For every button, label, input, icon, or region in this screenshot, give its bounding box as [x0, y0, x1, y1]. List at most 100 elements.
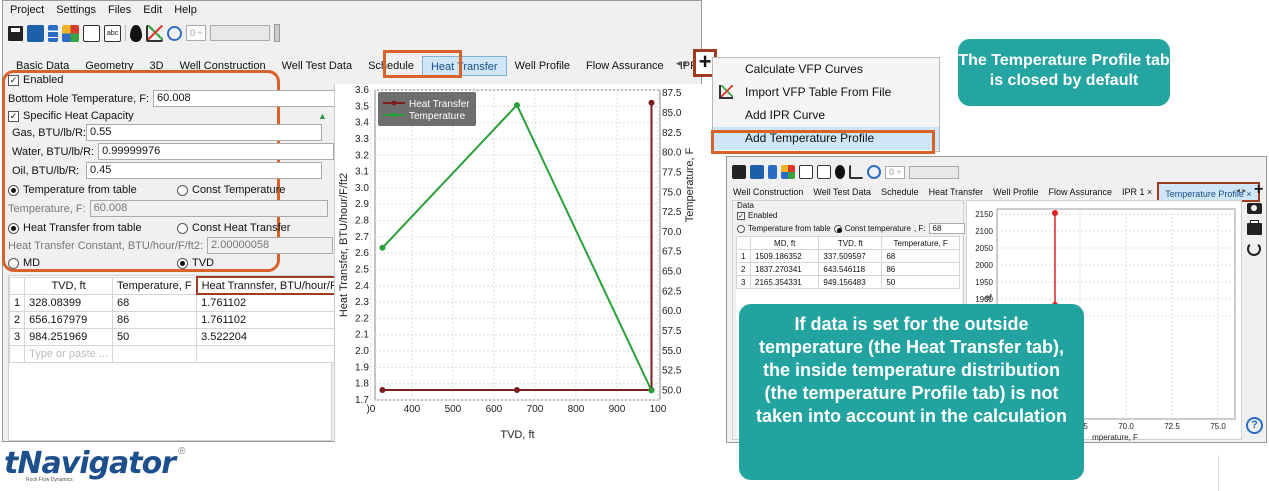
- heat-transfer-cell[interactable]: 1.761102: [196, 310, 358, 329]
- empty-cell[interactable]: [111, 344, 198, 363]
- table-row[interactable]: Type or paste ...: [8, 344, 358, 363]
- table-row[interactable]: 2 656.167979 86 1.761102: [8, 310, 358, 329]
- chart-icon[interactable]: [146, 24, 163, 42]
- export-icon[interactable]: [799, 165, 813, 179]
- heat-transfer-cell[interactable]: 1.761102: [196, 293, 358, 312]
- tab-schedule[interactable]: Schedule: [876, 182, 924, 202]
- md-cell[interactable]: 1509.186352: [749, 249, 820, 263]
- table-row[interactable]: 3 984.251969 50 3.522204: [8, 327, 358, 346]
- temperature-header[interactable]: Temperature, F: [881, 236, 960, 250]
- help-icon[interactable]: ?: [1246, 417, 1263, 434]
- oil-drop-icon[interactable]: [130, 24, 142, 42]
- tvd-header[interactable]: TVD, ft: [24, 276, 113, 295]
- temp-from-table-radio[interactable]: [737, 224, 745, 233]
- temperature-cell[interactable]: 68: [881, 249, 960, 263]
- temperature-cell[interactable]: 50: [111, 327, 198, 346]
- empty-cell[interactable]: [196, 344, 358, 363]
- table-row[interactable]: 3 2165.354331 949.156483 50: [736, 275, 960, 289]
- bh-temp-input[interactable]: 60.008: [153, 90, 342, 107]
- grid-icon[interactable]: [62, 24, 79, 42]
- clock-icon[interactable]: [867, 165, 881, 179]
- menu-settings[interactable]: Settings: [56, 4, 96, 16]
- oil-drop-icon[interactable]: [835, 165, 845, 179]
- table-row[interactable]: 1 328.08399 68 1.761102: [8, 293, 358, 312]
- table-row[interactable]: 2 1837.270341 643.546118 86: [736, 262, 960, 276]
- md-header[interactable]: MD, ft: [749, 236, 820, 250]
- heat-transfer-header[interactable]: Heat Trannsfer, BTU/hour/F/ft2: [195, 276, 359, 295]
- tvd-cell[interactable]: 656.167979: [24, 310, 113, 329]
- menu-item-import-vfp[interactable]: Import VFP Table From File: [713, 81, 939, 104]
- abc-icon[interactable]: abc: [104, 24, 121, 42]
- const-temperature-radio[interactable]: [833, 224, 842, 233]
- camera-icon[interactable]: [1247, 203, 1262, 214]
- temperature-cell[interactable]: 50: [881, 275, 960, 289]
- temperature-cell[interactable]: 68: [111, 293, 198, 312]
- tab-well-test-data[interactable]: Well Test Data: [808, 182, 876, 202]
- well-icon[interactable]: [768, 165, 777, 179]
- temp-from-table-radio[interactable]: [8, 184, 19, 196]
- oil-input[interactable]: 0.45: [86, 162, 322, 179]
- tvd-radio[interactable]: [177, 257, 188, 269]
- enabled-checkbox[interactable]: ✓: [737, 211, 745, 220]
- menu-files[interactable]: Files: [108, 4, 131, 16]
- menu-help[interactable]: Help: [174, 4, 197, 16]
- const-ht-radio[interactable]: [177, 222, 188, 234]
- save-icon[interactable]: [732, 165, 746, 179]
- md-radio[interactable]: [8, 257, 19, 269]
- new-tab-icon[interactable]: [27, 24, 44, 42]
- tab-nav-arrows[interactable]: ◂ ▸: [1236, 186, 1246, 195]
- temp-input[interactable]: 60.008: [89, 200, 328, 217]
- temperature-cell[interactable]: 86: [111, 310, 198, 329]
- tab-flow-assurance[interactable]: Flow Assurance: [1044, 182, 1118, 202]
- tab-nav-arrows[interactable]: ◂ ▸: [676, 58, 688, 69]
- menu-item-calculate-vfp[interactable]: Calculate VFP Curves: [713, 58, 939, 81]
- step-spinner[interactable]: 0 ÷: [186, 25, 207, 41]
- tab-flow-assurance[interactable]: Flow Assurance: [578, 56, 672, 76]
- tvd-cell[interactable]: 328.08399: [24, 293, 113, 312]
- temperature-cell[interactable]: 86: [881, 262, 960, 276]
- tab-well-profile[interactable]: Well Profile: [988, 182, 1043, 202]
- tvd-cell[interactable]: 949.156483: [818, 275, 883, 289]
- gas-input[interactable]: 0.55: [86, 124, 322, 141]
- tab-ipr-1[interactable]: IPR 1 ×: [1117, 182, 1157, 202]
- tab-well-construction[interactable]: Well Construction: [728, 182, 808, 202]
- well-icon[interactable]: [48, 24, 58, 42]
- menu-edit[interactable]: Edit: [143, 4, 162, 16]
- clock-icon[interactable]: [167, 25, 182, 41]
- const-temp-radio[interactable]: [177, 184, 188, 196]
- chart-icon[interactable]: [849, 165, 863, 179]
- step-spinner[interactable]: 0 ÷: [885, 165, 906, 179]
- tab-heat-transfer[interactable]: Heat Transfer: [924, 182, 989, 202]
- menu-item-add-ipr[interactable]: Add IPR Curve: [713, 104, 939, 127]
- temperature-header[interactable]: Temperature, F: [111, 276, 198, 295]
- well-select[interactable]: [210, 25, 271, 41]
- ht-from-table-radio[interactable]: [8, 222, 19, 234]
- ht-const-input[interactable]: 2.00000058: [207, 237, 334, 254]
- export-icon[interactable]: [83, 24, 100, 42]
- add-tab-button[interactable]: +: [1254, 181, 1263, 199]
- abc-icon[interactable]: [817, 165, 831, 179]
- md-cell[interactable]: 2165.354331: [749, 275, 820, 289]
- refresh-icon[interactable]: [1247, 242, 1261, 256]
- new-row-cell[interactable]: Type or paste ...: [24, 344, 113, 363]
- well-select[interactable]: [909, 165, 960, 179]
- tvd-header[interactable]: TVD, ft: [818, 236, 883, 250]
- tab-well-profile[interactable]: Well Profile: [507, 56, 578, 76]
- heat-transfer-cell[interactable]: 3.522204: [196, 327, 358, 346]
- tvd-cell[interactable]: 643.546118: [818, 262, 883, 276]
- const-temp-input[interactable]: 68: [928, 223, 965, 234]
- collapse-arrow-icon[interactable]: ▲: [318, 111, 327, 121]
- grid-icon[interactable]: [781, 165, 795, 179]
- save-icon[interactable]: [8, 25, 23, 41]
- new-tab-icon[interactable]: [750, 165, 764, 179]
- specific-heat-checkbox[interactable]: ✓: [8, 110, 19, 122]
- water-input[interactable]: 0.99999976: [98, 143, 335, 160]
- tvd-cell[interactable]: 984.251969: [24, 327, 113, 346]
- menu-project[interactable]: Project: [10, 4, 44, 16]
- enabled-checkbox[interactable]: ✓: [8, 74, 19, 86]
- table-row[interactable]: 1 1509.186352 337.509597 68: [736, 249, 960, 263]
- print-icon[interactable]: [1247, 220, 1262, 235]
- slider-handle[interactable]: [274, 24, 281, 42]
- tvd-cell[interactable]: 337.509597: [818, 249, 883, 263]
- md-cell[interactable]: 1837.270341: [749, 262, 820, 276]
